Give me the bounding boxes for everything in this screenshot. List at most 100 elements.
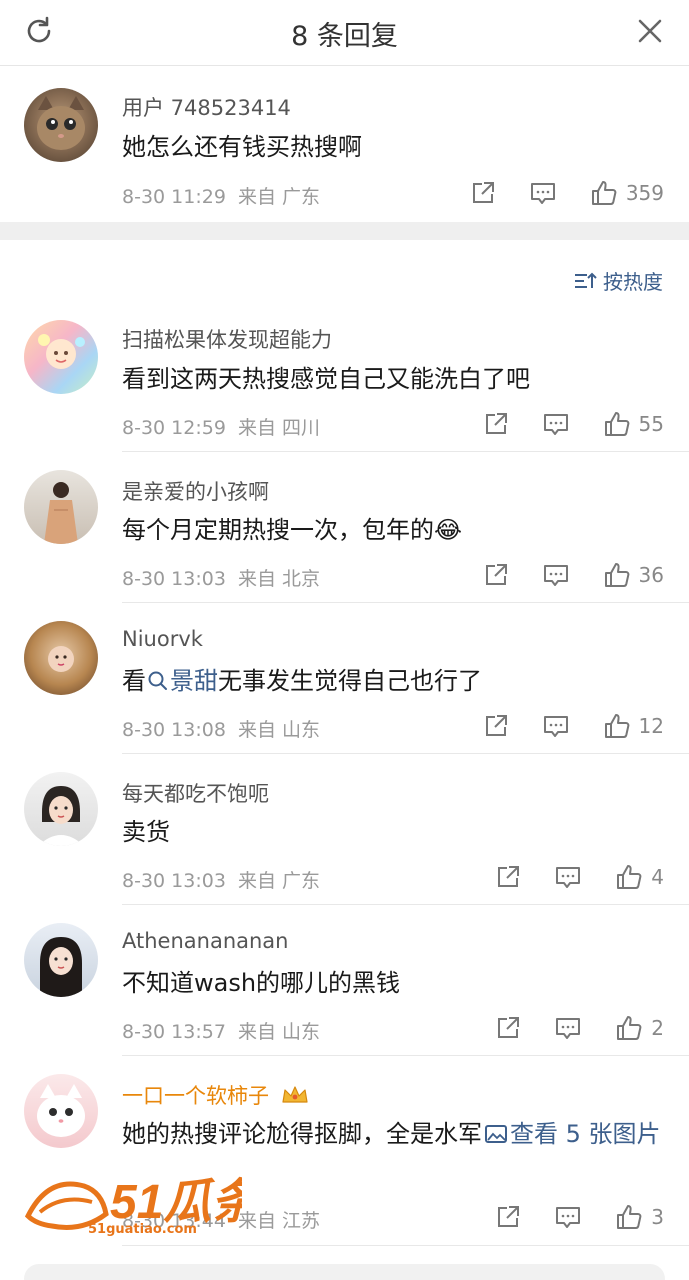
header-bar: 8 条回复 <box>0 0 689 66</box>
like-count: 4 <box>651 865 664 889</box>
share-icon <box>485 413 507 434</box>
share-button[interactable] <box>495 1204 521 1230</box>
thumbs-up-icon <box>617 1205 642 1229</box>
comment-time: 8-30 13:03 <box>122 568 226 590</box>
comment-button[interactable] <box>543 411 569 437</box>
avatar[interactable] <box>24 772 98 846</box>
comment-text: 看景甜无事发生觉得自己也行了 <box>122 662 667 700</box>
topic-link-label: 景甜 <box>170 667 218 695</box>
share-button[interactable] <box>483 411 509 437</box>
like-count: 12 <box>638 714 664 738</box>
comment-icon <box>543 716 568 737</box>
comment-button[interactable] <box>543 562 569 588</box>
comment-username[interactable]: 用户 748523414 <box>122 92 291 122</box>
comment-icon <box>530 183 555 204</box>
comment-time: 8-30 13:08 <box>122 719 226 741</box>
comment-meta: 8-30 11:29 来自 广东 <box>122 182 320 209</box>
comment-meta: 8-30 13:03 来自 广东 <box>122 866 320 893</box>
comment-meta: 8-30 13:03 来自 北京 <box>122 564 320 591</box>
comment-username[interactable]: Niuorvk <box>122 627 203 651</box>
sort-icon <box>575 272 597 288</box>
comment-text: 每个月定期热搜一次，包年的😂 <box>122 516 463 544</box>
avatar[interactable] <box>24 621 98 695</box>
like-count: 55 <box>638 412 664 436</box>
thumbs-up-icon <box>617 1016 642 1040</box>
comment-username[interactable]: 每天都吃不饱呃 <box>122 778 269 808</box>
comment-location: 来自 山东 <box>238 1021 321 1043</box>
share-button[interactable] <box>470 180 496 206</box>
like-count: 3 <box>651 1205 664 1229</box>
comment-text-body: 她的热搜评论尬得抠脚，全是水军 <box>122 1120 482 1148</box>
like-button[interactable]: 55 <box>603 410 664 438</box>
like-button[interactable]: 359 <box>590 179 664 207</box>
reply-item: Athenanananan 不知道wash的哪儿的黑钱 8-30 13:57 来… <box>0 905 689 1056</box>
like-button[interactable]: 2 <box>615 1014 664 1042</box>
view-images-label: 查看 5 张图片 <box>510 1120 661 1148</box>
share-icon <box>498 1017 520 1038</box>
section-divider <box>0 222 689 240</box>
row-divider <box>122 1245 689 1246</box>
sort-label: 按热度 <box>603 270 663 294</box>
thumbs-up-icon <box>604 714 629 738</box>
like-button[interactable]: 3 <box>615 1203 664 1231</box>
comment-text: 卖货 <box>122 818 170 846</box>
comment-text: 她怎么还有钱买热搜啊 <box>122 133 362 161</box>
comment-actions: 55 <box>483 409 664 439</box>
comment-username[interactable]: 是亲爱的小孩啊 <box>122 476 269 506</box>
comment-location: 来自 广东 <box>238 186 321 208</box>
comment-location: 来自 山东 <box>238 719 321 741</box>
thumbs-up-icon <box>591 181 617 205</box>
comment-username[interactable]: 扫描松果体发现超能力 <box>122 324 332 354</box>
comment-username[interactable]: Athenanananan <box>122 929 288 953</box>
comment-icon <box>556 867 581 888</box>
reply-input-bar[interactable] <box>24 1264 665 1280</box>
comment-actions: 36 <box>483 560 664 590</box>
like-button[interactable]: 36 <box>603 561 664 589</box>
comment-text: 不知道wash的哪儿的黑钱 <box>122 969 401 997</box>
close-icon[interactable] <box>633 14 667 48</box>
share-icon <box>472 182 494 203</box>
comment-text-after: 无事发生觉得自己也行了 <box>218 667 482 695</box>
comment-actions: 4 <box>495 862 664 892</box>
share-icon <box>485 715 507 736</box>
comment-username[interactable]: 一口一个软柿子 <box>122 1080 310 1110</box>
like-button[interactable]: 4 <box>615 863 664 891</box>
comment-meta: 8-30 13:57 来自 山东 <box>122 1017 320 1044</box>
comment-icon <box>543 565 568 586</box>
avatar[interactable] <box>24 470 98 544</box>
comment-text-before: 看 <box>122 667 146 695</box>
comment-button[interactable] <box>555 1204 581 1230</box>
comment-button[interactable] <box>555 864 581 890</box>
reply-item: 是亲爱的小孩啊 每个月定期热搜一次，包年的😂 8-30 13:03 来自 北京 … <box>0 452 689 603</box>
avatar[interactable] <box>24 320 98 394</box>
share-button[interactable] <box>495 864 521 890</box>
reply-item: 每天都吃不饱呃 卖货 8-30 13:03 来自 广东 4 <box>0 754 689 905</box>
share-button[interactable] <box>483 713 509 739</box>
comment-meta: 8-30 13:08 来自 山东 <box>122 715 320 742</box>
topic-link[interactable]: 景甜 <box>146 667 218 695</box>
comment-button[interactable] <box>543 713 569 739</box>
avatar[interactable] <box>24 923 98 997</box>
sort-by-heat-button[interactable]: 按热度 <box>573 266 663 295</box>
search-icon <box>148 671 167 690</box>
comment-location: 来自 江苏 <box>238 1210 321 1232</box>
comment-icon <box>543 414 568 435</box>
comment-button[interactable] <box>530 180 556 206</box>
share-button[interactable] <box>483 562 509 588</box>
comment-text: 看到这两天热搜感觉自己又能洗白了吧 <box>122 365 530 393</box>
avatar[interactable] <box>24 88 98 162</box>
like-count: 359 <box>625 181 664 205</box>
comment-actions: 3 <box>495 1202 664 1232</box>
share-button[interactable] <box>495 1015 521 1041</box>
comment-actions: 12 <box>483 711 664 741</box>
comment-text: 她的热搜评论尬得抠脚，全是水军 查看 5 张图片 <box>122 1115 667 1153</box>
reply-item: Niuorvk 看景甜无事发生觉得自己也行了 8-30 13:08 来自 山东 … <box>0 603 689 754</box>
comment-time: 8-30 13:03 <box>122 870 226 892</box>
view-images-link[interactable]: 查看 5 张图片 <box>482 1120 661 1148</box>
thumbs-up-icon <box>617 865 642 889</box>
comment-time: 8-30 13:57 <box>122 1021 226 1043</box>
like-button[interactable]: 12 <box>603 712 664 740</box>
comment-actions: 2 <box>495 1013 664 1043</box>
comment-button[interactable] <box>555 1015 581 1041</box>
avatar[interactable] <box>24 1074 98 1148</box>
